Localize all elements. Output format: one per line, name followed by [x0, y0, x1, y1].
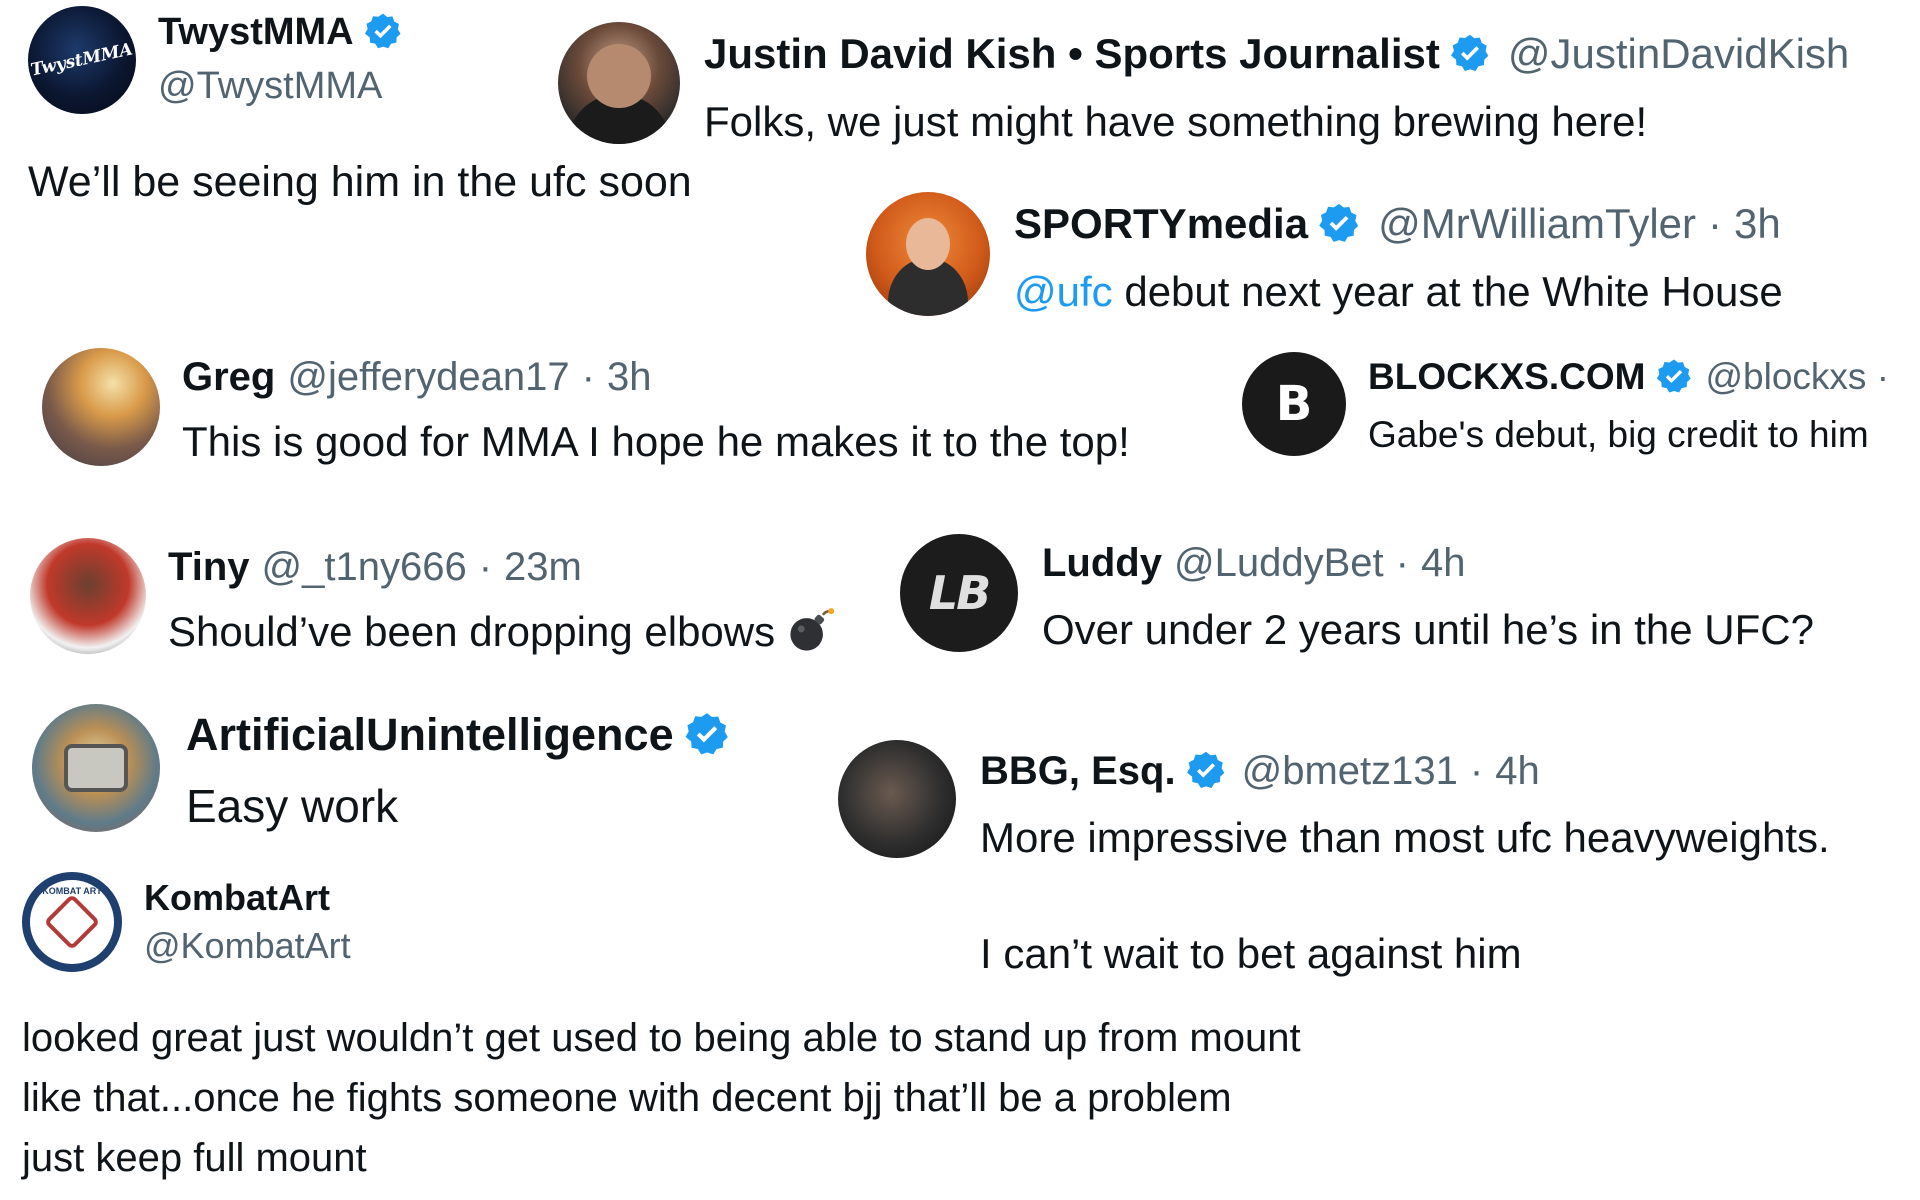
author-handle[interactable]: @bmetz131	[1242, 749, 1458, 794]
author-name[interactable]: TwystMMA	[158, 11, 354, 54]
author-name[interactable]: BLOCKXS.COM	[1368, 356, 1646, 398]
avatar-bbg-esq[interactable]	[838, 740, 956, 858]
avatar-artificial-unintelligence[interactable]	[32, 704, 160, 832]
author-name[interactable]: Justin David Kish • Sports Journalist	[704, 30, 1440, 78]
post-text: Folks, we just might have something brew…	[704, 98, 1648, 145]
avatar-ring-icon	[43, 893, 101, 951]
post-text: Gabe's debut, big credit to him	[1368, 414, 1869, 455]
avatar-person-shape	[587, 44, 651, 108]
post-text-line-2: I can’t wait to bet against him	[980, 930, 1522, 977]
author-handle[interactable]: @blockxs ·	[1706, 356, 1890, 398]
author-name[interactable]: SPORTYmedia	[1014, 200, 1308, 248]
separator-dot: ·	[1469, 748, 1484, 793]
bomb-icon	[785, 604, 837, 661]
avatar-sportymedia[interactable]	[866, 192, 990, 316]
author-name[interactable]: ArtificialUnintelligence	[186, 709, 674, 761]
author-handle[interactable]: @JustinDavidKish	[1508, 30, 1849, 78]
avatar-justin-kish[interactable]	[558, 22, 680, 144]
avatar-logo-text: KOMBAT ART	[42, 886, 102, 896]
author-name[interactable]: BBG, Esq.	[980, 749, 1176, 794]
verified-badge-icon	[682, 710, 732, 760]
avatar-tiny[interactable]	[30, 538, 146, 654]
avatar-logo-text: LB	[928, 566, 991, 620]
post-text: Over under 2 years until he’s in the UFC…	[1042, 606, 1814, 653]
author-handle[interactable]: @LuddyBet	[1174, 541, 1384, 586]
post-text: More impressive than most ufc heavyweigh…	[980, 814, 1830, 861]
verified-badge-icon	[1316, 201, 1362, 247]
avatar-person-shape	[906, 218, 950, 270]
avatar-blockxs[interactable]: B	[1242, 352, 1346, 456]
post-text-line-1: looked great just wouldn’t get used to b…	[22, 1015, 1301, 1060]
avatar-logo-text: TwystMMA	[29, 39, 135, 81]
avatar-kombatart[interactable]: KOMBAT ART	[22, 872, 122, 972]
separator-dot: ·	[478, 544, 493, 589]
mention-link[interactable]: @ufc	[1014, 268, 1113, 316]
author-handle[interactable]: @_t1ny666	[262, 545, 467, 590]
author-handle[interactable]: @MrWilliamTyler	[1378, 200, 1696, 248]
verified-badge-icon	[1448, 32, 1492, 76]
avatar-greg[interactable]	[42, 348, 160, 466]
post-text: This is good for MMA I hope he makes it …	[182, 418, 1130, 465]
post-text: Easy work	[186, 780, 399, 832]
post-text-line-2: like that...once he fights someone with …	[22, 1075, 1232, 1120]
author-handle[interactable]: @TwystMMA	[158, 65, 382, 108]
author-name[interactable]: Greg	[182, 355, 275, 400]
author-handle[interactable]: @jefferydean17	[287, 355, 569, 400]
verified-badge-icon	[1184, 749, 1228, 793]
separator-dot: ·	[1395, 540, 1409, 585]
post-time[interactable]: 4h	[1495, 749, 1540, 794]
post-time[interactable]: 3h	[1734, 200, 1781, 248]
avatar-twystmma[interactable]: TwystMMA	[28, 6, 136, 114]
verified-badge-icon	[362, 11, 404, 53]
author-name[interactable]: KombatArt	[144, 877, 330, 919]
separator-dot: ·	[581, 354, 595, 399]
author-name[interactable]: Luddy	[1042, 541, 1162, 586]
post-time[interactable]: 3h	[607, 355, 652, 400]
post-text: Should’ve been dropping elbows	[168, 608, 776, 655]
avatar-luddy[interactable]: LB	[900, 534, 1018, 652]
post-time[interactable]: 4h	[1421, 541, 1466, 586]
avatar-logo-letter: B	[1275, 376, 1313, 432]
separator-dot: ·	[1708, 200, 1723, 247]
avatar-robot-face	[64, 744, 128, 792]
post-text-line-3: just keep full mount	[22, 1135, 367, 1180]
author-handle[interactable]: @KombatArt	[144, 925, 351, 967]
author-name[interactable]: Tiny	[168, 545, 250, 590]
post-text: We’ll be seeing him in the ufc soon	[28, 157, 692, 206]
verified-badge-icon	[1654, 357, 1694, 397]
post-text: debut next year at the White House	[1112, 268, 1783, 315]
post-time[interactable]: 23m	[504, 545, 582, 590]
